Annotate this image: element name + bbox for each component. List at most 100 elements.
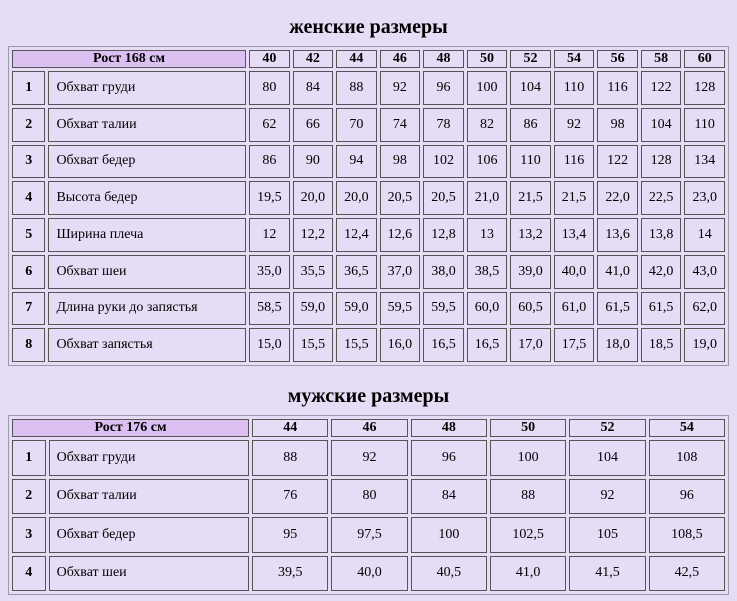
measurement-name: Обхват груди bbox=[48, 440, 250, 476]
measurement-value: 58,5 bbox=[249, 291, 290, 326]
measurement-value: 21,0 bbox=[466, 181, 508, 215]
measurement-value: 43,0 bbox=[684, 254, 725, 289]
measurement-value: 61,0 bbox=[553, 291, 595, 326]
size-header: 46 bbox=[331, 419, 408, 437]
measurement-value: 78 bbox=[423, 107, 464, 142]
size-header: 54 bbox=[553, 50, 595, 68]
measurement-value: 110 bbox=[553, 71, 595, 105]
row-number: 4 bbox=[12, 181, 46, 215]
measurement-value: 122 bbox=[640, 71, 682, 105]
measurement-value: 21,5 bbox=[553, 181, 595, 215]
table-row: 2 Обхват талии 76 80 84 88 92 96 bbox=[12, 478, 725, 514]
measurement-name: Обхват шеи bbox=[48, 254, 247, 289]
measurement-value: 100 bbox=[490, 440, 567, 476]
row-number: 1 bbox=[12, 440, 46, 476]
measurement-name: Ширина плеча bbox=[48, 218, 247, 252]
measurement-value: 42,5 bbox=[648, 555, 725, 591]
measurement-value: 13,2 bbox=[510, 218, 551, 252]
measurement-value: 92 bbox=[331, 440, 408, 476]
measurement-value: 35,0 bbox=[249, 254, 290, 289]
measurement-value: 41,0 bbox=[597, 254, 638, 289]
measurement-value: 59,0 bbox=[292, 291, 334, 326]
measurement-value: 39,5 bbox=[252, 555, 329, 591]
table-row: 3 Обхват бедер 86 90 94 98 102 106 110 116 122 128 1… bbox=[12, 144, 725, 179]
measurement-value: 102 bbox=[423, 144, 464, 179]
measurement-value: 128 bbox=[640, 144, 682, 179]
measurement-value: 61,5 bbox=[597, 291, 638, 326]
measurement-name: Обхват талии bbox=[48, 107, 247, 142]
measurement-value: 20,5 bbox=[379, 181, 421, 215]
table-row: 3 Обхват бедер 95 97,5 100 102,5 105 108,5 bbox=[12, 517, 725, 553]
measurement-value: 100 bbox=[466, 71, 508, 105]
header-row: Рост 168 см 40 42 44 46 48 50 52 54 56 58 60 bbox=[12, 50, 725, 68]
measurement-value: 41,5 bbox=[569, 555, 646, 591]
measurement-value: 59,0 bbox=[336, 291, 377, 326]
measurement-value: 62,0 bbox=[684, 291, 725, 326]
measurement-value: 96 bbox=[410, 440, 487, 476]
measurement-value: 84 bbox=[292, 71, 334, 105]
measurement-value: 12 bbox=[249, 218, 290, 252]
measurement-value: 20,5 bbox=[423, 181, 464, 215]
measurement-value: 84 bbox=[410, 478, 487, 514]
measurement-value: 13,8 bbox=[640, 218, 682, 252]
measurement-value: 104 bbox=[569, 440, 646, 476]
measurement-value: 16,0 bbox=[379, 328, 421, 362]
row-number: 8 bbox=[12, 328, 46, 362]
measurement-value: 17,0 bbox=[510, 328, 551, 362]
measurement-value: 66 bbox=[292, 107, 334, 142]
measurement-value: 98 bbox=[379, 144, 421, 179]
measurement-value: 36,5 bbox=[336, 254, 377, 289]
measurement-value: 40,0 bbox=[331, 555, 408, 591]
measurement-value: 13 bbox=[466, 218, 508, 252]
size-header: 50 bbox=[466, 50, 508, 68]
row-number: 2 bbox=[12, 107, 46, 142]
measurement-value: 100 bbox=[410, 517, 487, 553]
measurement-name: Длина руки до запястья bbox=[48, 291, 247, 326]
size-header: 40 bbox=[249, 50, 290, 68]
measurement-value: 86 bbox=[249, 144, 290, 179]
measurement-value: 88 bbox=[252, 440, 329, 476]
measurement-value: 16,5 bbox=[466, 328, 508, 362]
row-number: 1 bbox=[12, 71, 46, 105]
measurement-value: 35,5 bbox=[292, 254, 334, 289]
size-header: 56 bbox=[597, 50, 638, 68]
table-row: 1 Обхват груди 80 84 88 92 96 100 104 110 116 122 12… bbox=[12, 71, 725, 105]
measurement-value: 116 bbox=[597, 71, 638, 105]
table-row: 8 Обхват запястья 15,0 15,5 15,5 16,0 16,5 16,5… bbox=[12, 328, 725, 362]
measurement-value: 108 bbox=[648, 440, 725, 476]
table-row: 4 Обхват шеи 39,5 40,0 40,5 41,0 41,5 42,5 bbox=[12, 555, 725, 591]
size-header: 52 bbox=[569, 419, 646, 437]
measurement-value: 108,5 bbox=[648, 517, 725, 553]
measurement-value: 20,0 bbox=[336, 181, 377, 215]
measurement-value: 40,0 bbox=[553, 254, 595, 289]
row-number: 5 bbox=[12, 218, 46, 252]
page: женские размеры Рост 168 см 40 42 44 46 48 50 5… bbox=[0, 0, 737, 601]
measurement-value: 92 bbox=[569, 478, 646, 514]
measurement-value: 96 bbox=[423, 71, 464, 105]
table-row: 7 Длина руки до запястья 58,5 59,0 59,0 59,5 5… bbox=[12, 291, 725, 326]
row-number: 7 bbox=[12, 291, 46, 326]
measurement-value: 80 bbox=[249, 71, 290, 105]
measurement-name: Обхват шеи bbox=[48, 555, 250, 591]
measurement-value: 42,0 bbox=[640, 254, 682, 289]
measurement-value: 14 bbox=[684, 218, 725, 252]
measurement-value: 23,0 bbox=[684, 181, 725, 215]
size-header: 58 bbox=[640, 50, 682, 68]
men-sizes-title: мужские размеры bbox=[287, 385, 450, 407]
measurement-value: 105 bbox=[569, 517, 646, 553]
row-number: 6 bbox=[12, 254, 46, 289]
row-number: 3 bbox=[12, 144, 46, 179]
measurement-value: 22,5 bbox=[640, 181, 682, 215]
measurement-value: 96 bbox=[648, 478, 725, 514]
size-header: 48 bbox=[410, 419, 487, 437]
table-row: 6 Обхват шеи 35,0 35,5 36,5 37,0 38,0 38,5 39,0 4… bbox=[12, 254, 725, 289]
measurement-value: 92 bbox=[379, 71, 421, 105]
height-header: Рост 176 см bbox=[12, 419, 250, 437]
measurement-value: 88 bbox=[336, 71, 377, 105]
measurement-value: 41,0 bbox=[490, 555, 567, 591]
measurement-value: 22,0 bbox=[597, 181, 638, 215]
measurement-value: 18,5 bbox=[640, 328, 682, 362]
measurement-value: 97,5 bbox=[331, 517, 408, 553]
women-sizes-title: женские размеры bbox=[289, 16, 448, 38]
row-number: 2 bbox=[12, 478, 46, 514]
